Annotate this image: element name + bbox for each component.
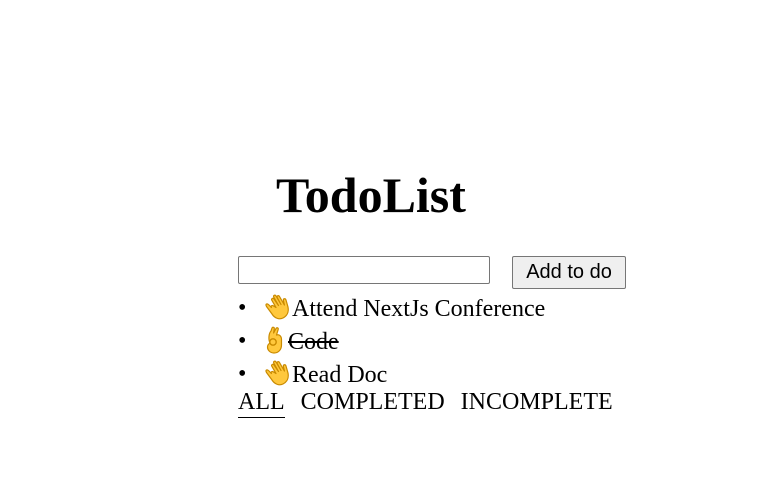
filter-bar: ALL COMPLETED INCOMPLETE bbox=[238, 388, 629, 418]
filter-completed-link[interactable]: COMPLETED bbox=[301, 388, 445, 417]
waving-hand-icon[interactable] bbox=[262, 358, 292, 388]
list-bullet: • bbox=[238, 328, 247, 354]
list-bullet: • bbox=[238, 295, 247, 321]
todo-item-text[interactable]: Attend NextJs Conference bbox=[292, 296, 545, 322]
page-title: TodoList bbox=[276, 167, 466, 223]
todo-input[interactable] bbox=[238, 256, 490, 284]
filter-all-link[interactable]: ALL bbox=[238, 388, 285, 418]
add-todo-button[interactable]: Add to do bbox=[512, 256, 626, 289]
list-bullet: • bbox=[238, 361, 247, 387]
waving-hand-icon[interactable] bbox=[262, 292, 292, 322]
ok-hand-icon[interactable] bbox=[262, 325, 288, 355]
todo-item: • Code bbox=[238, 325, 545, 358]
todo-item-text[interactable]: Code bbox=[288, 329, 339, 355]
todo-list: • Attend NextJs Conference • Code • Read… bbox=[238, 292, 545, 391]
add-todo-form: Add to do bbox=[238, 256, 638, 290]
filter-incomplete-link[interactable]: INCOMPLETE bbox=[461, 388, 613, 417]
todo-item: • Read Doc bbox=[238, 358, 545, 391]
todo-item-text[interactable]: Read Doc bbox=[292, 362, 387, 388]
todo-item: • Attend NextJs Conference bbox=[238, 292, 545, 325]
